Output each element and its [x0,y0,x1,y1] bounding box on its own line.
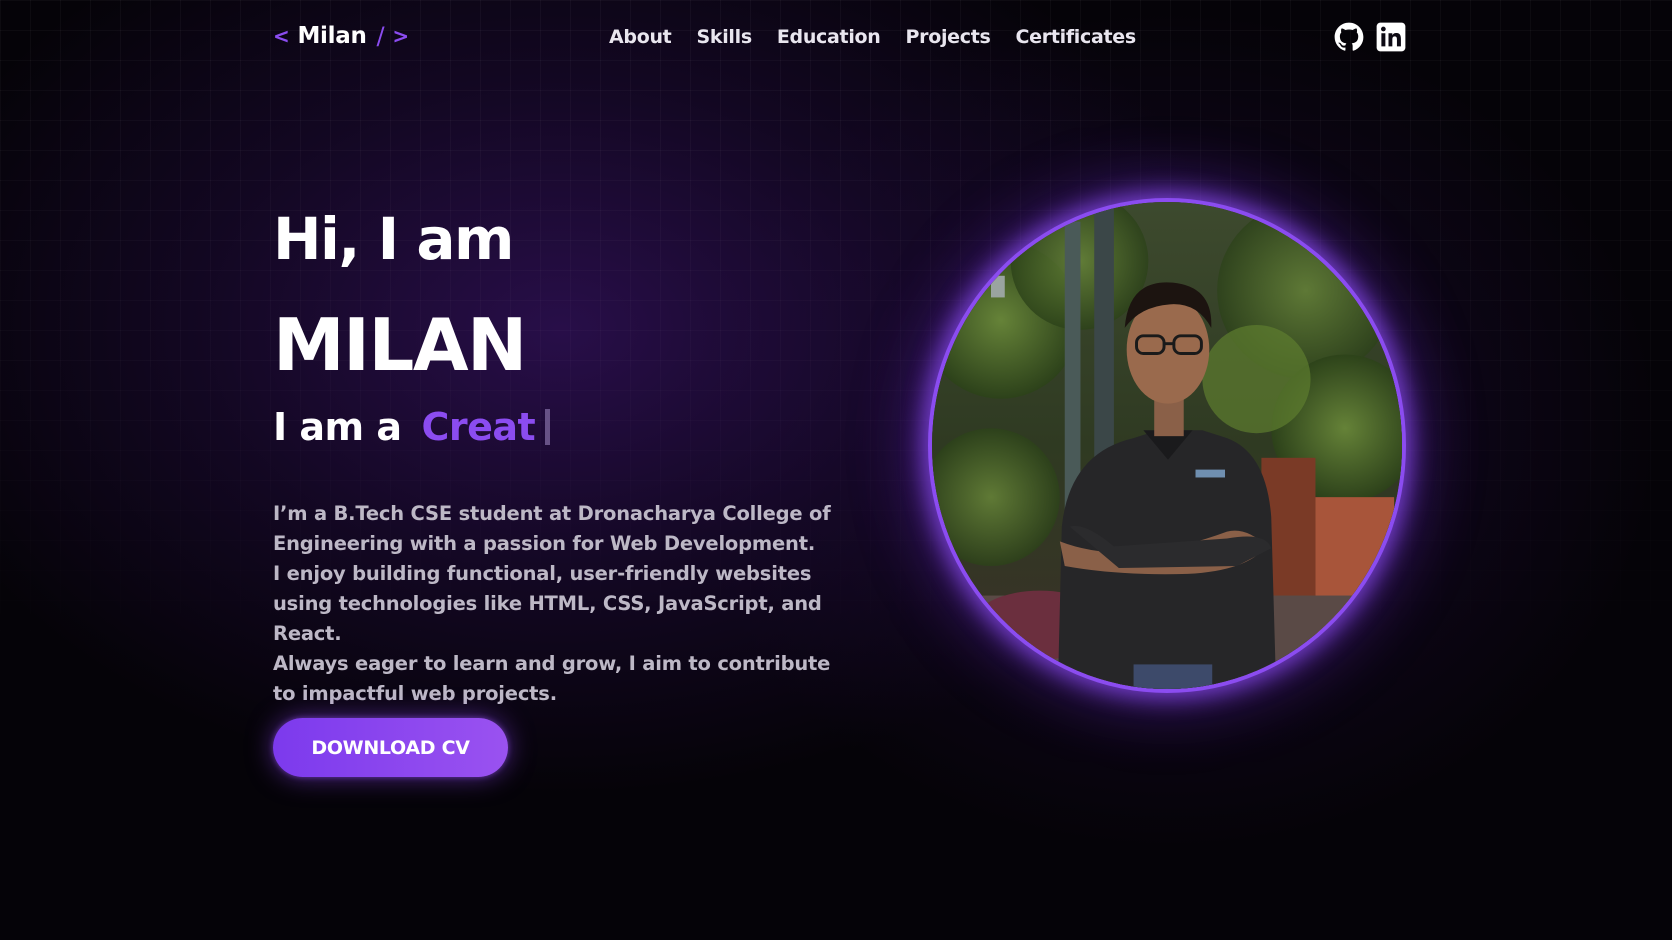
linkedin-icon[interactable] [1376,22,1406,52]
profile-photo-illustration [932,202,1402,689]
typing-cursor [545,409,551,445]
logo-open-bracket: < [273,24,290,48]
bio-paragraph: I enjoy building functional, user-friend… [273,562,822,645]
role-typed-text: Creat [421,405,536,449]
bio-paragraph: I’m a B.Tech CSE student at Dronacharya … [273,502,831,555]
logo-name: Milan [297,23,367,49]
bio-paragraph: Always eager to learn and grow, I aim to… [273,652,831,705]
portfolio-page: < Milan / > About Skills Education Proje… [0,0,1672,940]
hero-greeting: Hi, I am [273,205,515,273]
nav-link-education[interactable]: Education [777,26,881,48]
top-navbar: < Milan / > About Skills Education Proje… [0,18,1672,58]
background-grid [0,0,1672,940]
hero-name: MILAN [273,303,527,387]
nav-link-skills[interactable]: Skills [696,26,752,48]
hero-bio: I’m a B.Tech CSE student at Dronacharya … [273,499,853,709]
social-links [1334,22,1406,52]
hero-role-line: I am a Creat [273,405,551,449]
nav-link-projects[interactable]: Projects [906,26,991,48]
role-prefix: I am a [273,405,402,449]
nav-link-certificates[interactable]: Certificates [1016,26,1137,48]
site-logo[interactable]: < Milan / > [273,22,409,50]
github-icon[interactable] [1334,22,1364,52]
profile-photo [928,198,1406,693]
logo-slash: / [376,22,385,50]
logo-close-bracket: > [392,24,409,48]
nav-link-about[interactable]: About [609,26,672,48]
download-cv-button[interactable]: DOWNLOAD CV [273,718,508,777]
nav-links: About Skills Education Projects Certific… [609,26,1136,48]
